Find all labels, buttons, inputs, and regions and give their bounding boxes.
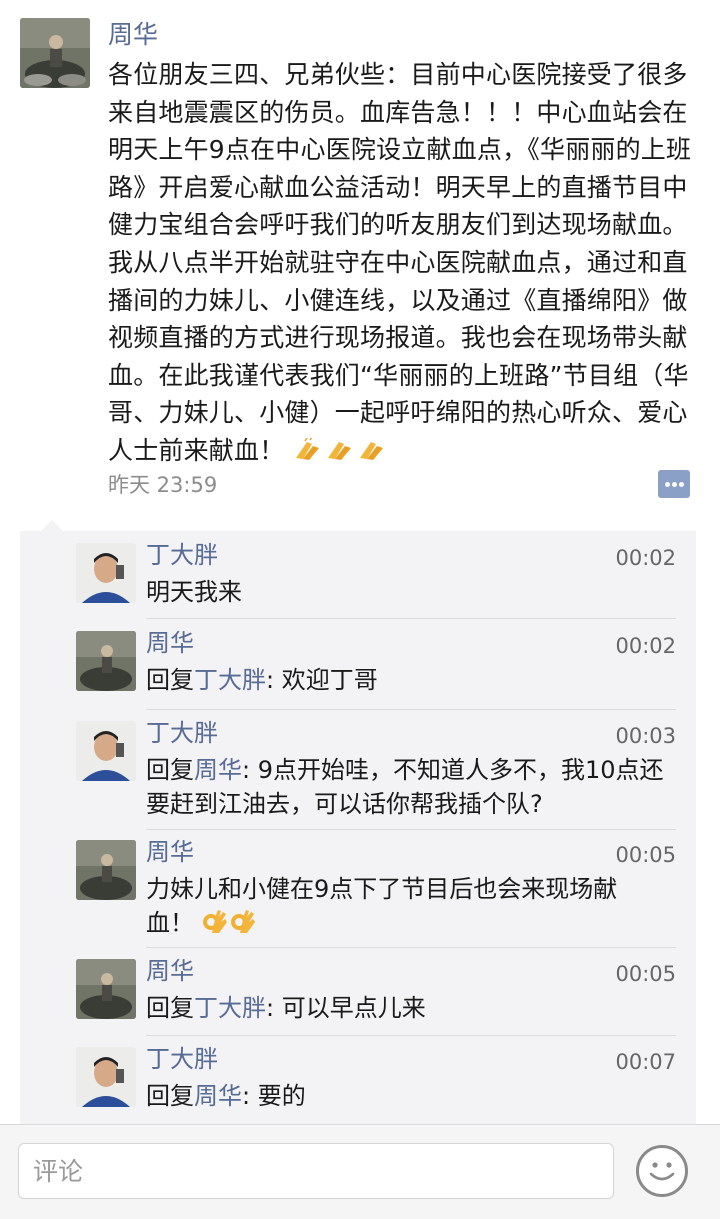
ok-hand-icon: [230, 909, 258, 935]
commenter-avatar[interactable]: [76, 840, 136, 900]
post-text: 各位朋友三四、兄弟伙些：目前中心医院接受了很多来自地震震区的伤员。血库告急！！！…: [108, 56, 700, 470]
comment-body: 明天我来: [146, 578, 242, 606]
comment-input[interactable]: 评论: [18, 1143, 614, 1199]
comment-author[interactable]: 周华: [146, 836, 194, 868]
comment-author[interactable]: 丁大胖: [146, 717, 218, 749]
comment-divider: [146, 947, 676, 948]
avatar-photo: [76, 631, 136, 691]
comment-time: 00:03: [615, 724, 676, 748]
comment-time: 00:02: [615, 546, 676, 570]
reply-target-name[interactable]: 丁大胖: [194, 994, 266, 1022]
avatar-photo: [76, 721, 136, 781]
comment-time: 00:02: [615, 634, 676, 658]
comment-body: : 欢迎丁哥: [266, 666, 378, 694]
comment-text: 回复丁大胖: 可以早点儿来: [146, 991, 666, 1025]
post-author-avatar[interactable]: [20, 18, 90, 88]
comment-body: : 要的: [242, 1082, 306, 1110]
comment-text: 回复丁大胖: 欢迎丁哥: [146, 663, 666, 697]
post-body-text: 各位朋友三四、兄弟伙些：目前中心医院接受了很多来自地震震区的伤员。血库告急！！！…: [108, 60, 692, 465]
reply-label: 回复: [146, 994, 194, 1022]
reply-target-name[interactable]: 丁大胖: [194, 666, 266, 694]
avatar-photo: [76, 543, 136, 603]
commenter-avatar[interactable]: [76, 1047, 136, 1107]
reply-label: 回复: [146, 756, 194, 784]
clapping-hands-icon: [357, 435, 387, 460]
comment-time: 00:07: [615, 1050, 676, 1074]
comment-divider: [146, 618, 676, 619]
post-author-name[interactable]: 周华: [108, 18, 158, 52]
comment-body: : 可以早点儿来: [266, 994, 426, 1022]
comment-text: 力妹儿和小健在9点下了节目后也会来现场献血！: [146, 872, 646, 940]
avatar-photo: [20, 18, 90, 88]
smiley-face-icon[interactable]: [636, 1145, 688, 1197]
clapping-hands-icon: [325, 435, 355, 460]
commenter-avatar[interactable]: [76, 721, 136, 781]
reply-label: 回复: [146, 1082, 194, 1110]
avatar-photo: [76, 840, 136, 900]
commenter-avatar[interactable]: [76, 543, 136, 603]
comment-author[interactable]: 周华: [146, 955, 194, 987]
comment-text: 明天我来: [146, 575, 666, 609]
reply-target-name[interactable]: 周华: [194, 756, 242, 784]
comment-time: 00:05: [615, 962, 676, 986]
comment-text: 回复周华: 要的: [146, 1079, 666, 1113]
post-timestamp: 昨天 23:59: [108, 473, 218, 497]
commenter-avatar[interactable]: [76, 631, 136, 691]
comment-time: 00:05: [615, 843, 676, 867]
avatar-photo: [76, 959, 136, 1019]
clapping-hands-icon: [293, 435, 323, 460]
reply-label: 回复: [146, 666, 194, 694]
comment-divider: [146, 1035, 676, 1036]
comment-author[interactable]: 丁大胖: [146, 539, 218, 571]
clap-emoji-group: [284, 436, 388, 465]
avatar-photo: [76, 1047, 136, 1107]
ok-hand-icon: [202, 909, 230, 935]
comment-author[interactable]: 周华: [146, 627, 194, 659]
comment-input-bar: 评论: [0, 1124, 720, 1219]
comment-author[interactable]: 丁大胖: [146, 1043, 218, 1075]
comment-list: 丁大胖 00:02 明天我来 周华 00:02 回复丁大胖: 欢迎丁哥 丁大胖 …: [20, 531, 696, 1124]
comment-divider: [146, 709, 676, 710]
comment-dots-icon[interactable]: [658, 470, 690, 498]
reply-target-name[interactable]: 周华: [194, 1082, 242, 1110]
comment-divider: [146, 829, 676, 830]
commenter-avatar[interactable]: [76, 959, 136, 1019]
comment-text: 回复周华: 9点开始哇，不知道人多不，我10点还要赶到江油去，可以话你帮我插个队…: [146, 753, 666, 821]
